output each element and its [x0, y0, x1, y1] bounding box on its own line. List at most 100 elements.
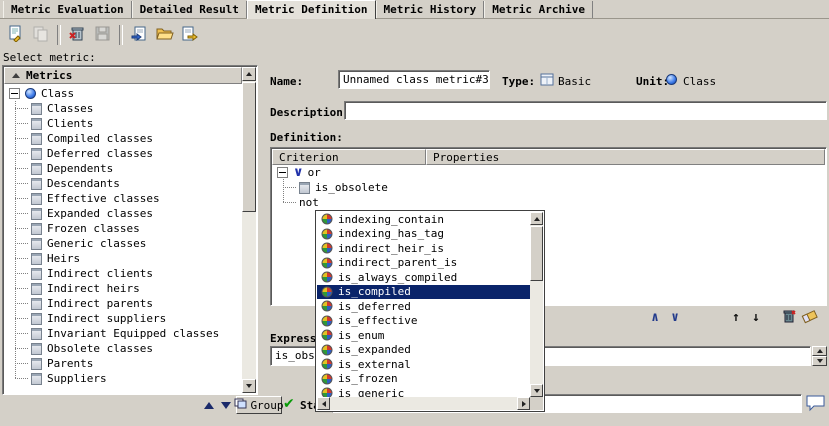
criterion-row-is-obsolete[interactable]: is_obsolete	[272, 180, 825, 195]
scroll-down-button[interactable]	[812, 356, 827, 366]
metrics-column-header[interactable]: Metrics	[4, 67, 242, 84]
tree-item[interactable]: Parents	[4, 356, 242, 371]
export-metrics-button[interactable]	[177, 22, 202, 47]
dropdown-item[interactable]: is_always_compiled	[317, 270, 530, 285]
metric-icon	[31, 328, 42, 340]
open-metric-file-button[interactable]	[152, 22, 177, 47]
import-metrics-button[interactable]	[127, 22, 152, 47]
move-criterion-up-button[interactable]	[727, 309, 745, 326]
save-metric-button[interactable]	[90, 22, 115, 47]
move-metric-up-button[interactable]	[201, 398, 216, 413]
clear-criterion-button[interactable]	[800, 309, 820, 326]
tree-item[interactable]: Invariant Equipped classes	[4, 326, 242, 341]
dropdown-item-label: indirect_heir_is	[338, 242, 444, 255]
delete-metric-button[interactable]	[65, 22, 90, 47]
criterion-row-not[interactable]: not	[272, 195, 825, 210]
tree-branch-line	[15, 348, 28, 349]
dropdown-item[interactable]: is_frozen	[317, 372, 530, 387]
properties-column-header[interactable]: Properties	[426, 149, 825, 165]
scroll-down-button[interactable]	[530, 384, 543, 397]
tree-branch-line	[15, 228, 28, 229]
dropdown-item[interactable]: indirect_heir_is	[317, 241, 530, 256]
tree-branch-line	[15, 123, 28, 124]
scroll-down-button[interactable]	[242, 379, 256, 393]
and-criterion-button[interactable]	[646, 309, 664, 326]
tree-branch-line	[15, 318, 28, 319]
tree-item[interactable]: Frozen classes	[4, 221, 242, 236]
duplicate-metric-button[interactable]	[28, 22, 53, 47]
dropdown-item[interactable]: indirect_parent_is	[317, 256, 530, 271]
dropdown-item[interactable]: is_deferred	[317, 299, 530, 314]
tree-item[interactable]: Suppliers	[4, 371, 242, 386]
save-metric-icon	[94, 25, 111, 45]
metric-icon	[31, 253, 42, 265]
grid-branch-line	[283, 202, 296, 203]
metric-icon	[31, 358, 42, 370]
scrollbar-thumb[interactable]	[242, 82, 256, 212]
tree-root-class[interactable]: Class	[4, 86, 242, 101]
tree-item[interactable]: Generic classes	[4, 236, 242, 251]
tree-item[interactable]: Classes	[4, 101, 242, 116]
tree-item[interactable]: Compiled classes	[4, 131, 242, 146]
toolbar-separator	[119, 25, 123, 45]
dropdown-item[interactable]: indexing_has_tag	[317, 227, 530, 242]
dropdown-item[interactable]: is_compiled	[317, 285, 530, 300]
tree-item-label: Frozen classes	[47, 222, 140, 235]
description-input[interactable]	[344, 101, 827, 120]
dropdown-vertical-scrollbar[interactable]	[530, 212, 543, 397]
scroll-up-button[interactable]	[530, 212, 543, 225]
tree-item[interactable]: Indirect clients	[4, 266, 242, 281]
dropdown-item[interactable]: is_enum	[317, 328, 530, 343]
dropdown-item[interactable]: indexing_contain	[317, 212, 530, 227]
criterion-icon	[321, 315, 333, 327]
tab[interactable]: Metric History	[376, 1, 485, 18]
dropdown-item[interactable]: is_expanded	[317, 343, 530, 358]
scroll-right-button[interactable]	[517, 397, 530, 410]
remove-criterion-button[interactable]	[779, 309, 797, 326]
scrollbar-thumb[interactable]	[530, 226, 543, 281]
tree-branch-line	[15, 168, 28, 169]
new-metric-button[interactable]	[3, 22, 28, 47]
scroll-down-icon	[534, 389, 540, 393]
name-input[interactable]: Unnamed class metric#3	[338, 70, 490, 89]
tab[interactable]: Metric Evaluation	[3, 1, 132, 18]
tree-item[interactable]: Dependents	[4, 161, 242, 176]
scroll-left-button[interactable]	[317, 397, 330, 410]
dropdown-horizontal-scrollbar[interactable]	[317, 397, 530, 410]
tree-item[interactable]: Deferred classes	[4, 146, 242, 161]
tree-item[interactable]: Descendants	[4, 176, 242, 191]
criterion-column-header[interactable]: Criterion	[272, 149, 426, 165]
tree-item[interactable]: Effective classes	[4, 191, 242, 206]
move-criterion-down-button[interactable]	[747, 309, 765, 326]
criterion-icon	[321, 300, 333, 312]
group-button[interactable]: Group	[236, 396, 282, 414]
tree-item[interactable]: Obsolete classes	[4, 341, 242, 356]
move-metric-down-button[interactable]	[218, 398, 233, 413]
criterion-row-or[interactable]: or	[272, 165, 825, 180]
or-criterion-button[interactable]	[666, 309, 684, 326]
import-metrics-icon	[131, 25, 148, 45]
tree-item[interactable]: Indirect suppliers	[4, 311, 242, 326]
name-label: Name:	[270, 75, 303, 88]
collapse-icon[interactable]	[277, 167, 288, 178]
tab[interactable]: Metric Archive	[484, 1, 593, 18]
tree-item[interactable]: Clients	[4, 116, 242, 131]
tree-item[interactable]: Indirect heirs	[4, 281, 242, 296]
dropdown-item[interactable]: is_generic	[317, 386, 530, 397]
tab[interactable]: Metric Definition	[247, 0, 376, 19]
status-message-button[interactable]	[804, 394, 827, 414]
tree-vertical-scrollbar[interactable]	[242, 67, 256, 393]
tree-item[interactable]: Expanded classes	[4, 206, 242, 221]
tree-item-label: Heirs	[47, 252, 80, 265]
tree-item[interactable]: Heirs	[4, 251, 242, 266]
scroll-up-button[interactable]	[242, 67, 256, 81]
scroll-up-button[interactable]	[812, 346, 827, 356]
tree-item[interactable]: Indirect parents	[4, 296, 242, 311]
scroll-right-icon	[522, 401, 526, 407]
expression-scrollbar[interactable]	[812, 346, 827, 366]
status-ok-icon	[283, 397, 295, 411]
dropdown-item[interactable]: is_external	[317, 357, 530, 372]
tab[interactable]: Detailed Result	[132, 1, 247, 18]
collapse-icon[interactable]	[9, 88, 20, 99]
dropdown-item[interactable]: is_effective	[317, 314, 530, 329]
